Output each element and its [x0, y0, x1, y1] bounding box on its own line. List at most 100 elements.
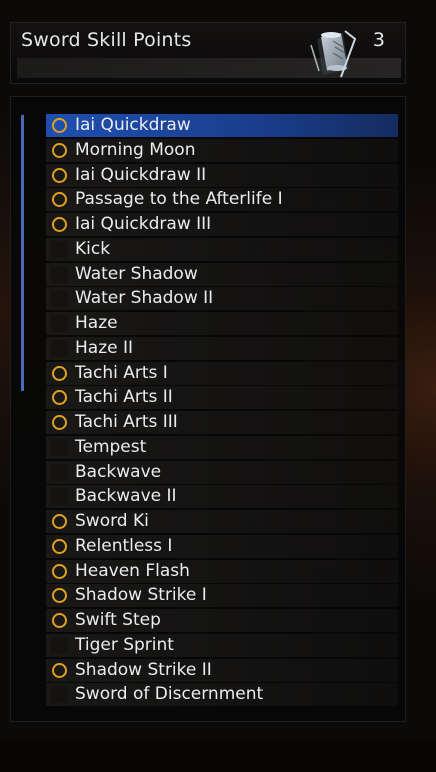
skill-row[interactable]: Iai Quickdraw II: [46, 163, 398, 187]
skill-row[interactable]: Sword of Discernment: [46, 683, 398, 707]
unlearned-box-icon: [51, 315, 68, 332]
learned-circle-icon: [51, 117, 68, 134]
skill-row[interactable]: Tiger Sprint: [46, 633, 398, 657]
skill-row[interactable]: Haze II: [46, 336, 398, 360]
empty-box-icon: [51, 265, 68, 283]
skill-list: Iai Quickdraw Morning Moon Iai Quickdraw I…: [46, 114, 398, 708]
circle-icon: [52, 613, 67, 628]
scroll-icon: [303, 25, 367, 81]
scrollbar[interactable]: [21, 115, 24, 391]
learned-circle-icon: [51, 365, 68, 382]
skill-points-value: 3: [372, 29, 385, 51]
circle-icon: [52, 217, 67, 232]
header-title: Sword Skill Points: [21, 29, 192, 51]
skill-row[interactable]: Kick: [46, 237, 398, 261]
skill-name: Sword Ki: [75, 511, 149, 531]
skill-row[interactable]: Shadow Strike II: [46, 658, 398, 682]
skill-name: Water Shadow: [75, 263, 198, 284]
skill-row[interactable]: Backwave: [46, 460, 398, 484]
circle-icon: [52, 192, 67, 208]
empty-box-icon: [51, 240, 68, 258]
empty-box-icon: [51, 290, 68, 308]
skill-row[interactable]: Water Shadow II: [46, 287, 398, 311]
skill-row[interactable]: Relentless I: [46, 534, 398, 558]
skill-row[interactable]: Iai Quickdraw III: [46, 213, 398, 236]
empty-box-icon: [51, 438, 68, 456]
skill-row[interactable]: Tachi Arts I: [46, 361, 398, 385]
skill-name: Heaven Flash: [75, 560, 190, 581]
footer-bar: [0, 740, 436, 772]
skill-row[interactable]: Heaven Flash: [46, 559, 398, 583]
skill-name: Backwave: [75, 461, 162, 482]
skill-name: Water Shadow II: [75, 288, 214, 309]
skill-row[interactable]: Water Shadow: [46, 262, 398, 286]
unlearned-box-icon: [51, 339, 68, 357]
skill-list-panel: Iai Quickdraw Morning Moon Iai Quickdraw I…: [10, 96, 406, 722]
unlearned-box-icon: [51, 636, 68, 654]
skill-name: Swift Step: [75, 610, 161, 630]
circle-icon: [52, 167, 67, 183]
empty-box-icon: [51, 315, 68, 332]
skill-name: Shadow Strike II: [75, 659, 212, 680]
unlearned-box-icon: [51, 265, 68, 283]
learned-circle-icon: [51, 191, 68, 208]
skill-name: Tempest: [75, 436, 147, 457]
skill-name: Tachi Arts III: [75, 412, 178, 432]
skill-points-header: Sword Skill Points 3: [10, 22, 406, 84]
skill-name: Tachi Arts II: [75, 387, 173, 408]
skill-row[interactable]: Morning Moon: [46, 138, 398, 162]
skill-name: Morning Moon: [75, 139, 196, 160]
skill-row[interactable]: Swift Step: [46, 609, 398, 632]
circle-icon: [52, 662, 67, 678]
learned-circle-icon: [51, 167, 68, 184]
unlearned-box-icon: [51, 463, 68, 481]
unlearned-box-icon: [51, 488, 68, 506]
unlearned-box-icon: [51, 686, 68, 704]
learned-circle-icon: [51, 389, 68, 406]
circle-icon: [52, 390, 67, 406]
empty-box-icon: [51, 488, 68, 506]
skill-name: Tachi Arts I: [75, 362, 168, 383]
circle-icon: [52, 563, 67, 579]
skill-row[interactable]: Tachi Arts III: [46, 411, 398, 434]
circle-icon: [52, 538, 67, 554]
skill-name: Iai Quickdraw II: [75, 164, 207, 185]
circle-icon: [52, 514, 67, 529]
skill-row[interactable]: Tempest: [46, 435, 398, 459]
learned-circle-icon: [51, 142, 68, 159]
skill-name: Sword of Discernment: [75, 684, 264, 705]
circle-icon: [52, 365, 67, 381]
skill-row[interactable]: Backwave II: [46, 485, 398, 509]
skill-name: Shadow Strike I: [75, 585, 207, 606]
unlearned-box-icon: [51, 290, 68, 308]
skill-name: Iai Quickdraw: [75, 115, 191, 135]
learned-circle-icon: [51, 587, 68, 604]
skill-row[interactable]: Tachi Arts II: [46, 386, 398, 410]
skill-row[interactable]: Shadow Strike I: [46, 584, 398, 608]
skill-name: Relentless I: [75, 535, 173, 556]
skill-row[interactable]: Sword Ki: [46, 510, 398, 533]
skill-name: Backwave II: [75, 486, 177, 507]
circle-icon: [52, 118, 67, 133]
learned-circle-icon: [51, 538, 68, 555]
empty-box-icon: [51, 339, 68, 357]
empty-box-icon: [51, 686, 68, 704]
skill-name: Haze II: [75, 337, 134, 358]
unlearned-box-icon: [51, 240, 68, 258]
empty-box-icon: [51, 463, 68, 481]
skill-row[interactable]: Iai Quickdraw: [46, 114, 398, 137]
skill-name: Tiger Sprint: [75, 634, 174, 655]
skill-name: Iai Quickdraw III: [75, 214, 212, 234]
learned-circle-icon: [51, 662, 68, 679]
skill-name: Kick: [75, 238, 111, 259]
skill-name: Haze: [75, 313, 118, 333]
learned-circle-icon: [51, 216, 68, 233]
circle-icon: [52, 415, 67, 430]
learned-circle-icon: [51, 414, 68, 431]
unlearned-box-icon: [51, 438, 68, 456]
skill-name: Passage to the Afterlife I: [75, 189, 283, 210]
skill-row[interactable]: Passage to the Afterlife I: [46, 188, 398, 212]
learned-circle-icon: [51, 612, 68, 629]
learned-circle-icon: [51, 513, 68, 530]
skill-row[interactable]: Haze: [46, 312, 398, 335]
